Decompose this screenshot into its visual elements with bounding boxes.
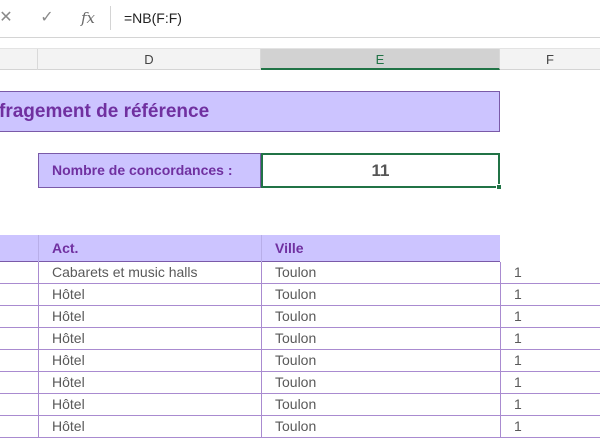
cell-f[interactable]: 1 bbox=[500, 350, 600, 371]
table-header-row: Act. Ville bbox=[0, 235, 500, 262]
cell-act[interactable]: Hôtel bbox=[38, 394, 261, 415]
cell-f[interactable]: 1 bbox=[500, 394, 600, 415]
cell-ville[interactable]: Toulon bbox=[261, 306, 500, 327]
cell-f[interactable]: 1 bbox=[500, 416, 600, 437]
formula-bar: ✕ ✓ fx =NB(F:F) bbox=[0, 0, 600, 38]
cell-ville[interactable]: Toulon bbox=[261, 262, 500, 283]
match-count-value[interactable]: 11 bbox=[261, 153, 500, 188]
cell-ville[interactable]: Toulon bbox=[261, 328, 500, 349]
worksheet-grid: fragement de référence Nombre de concord… bbox=[0, 70, 600, 439]
table-row: Hôtel Toulon 1 bbox=[0, 328, 600, 350]
cell-act[interactable]: Hôtel bbox=[38, 350, 261, 371]
cell-act[interactable]: Cabarets et music halls bbox=[38, 262, 261, 283]
header-act[interactable]: Act. bbox=[38, 235, 261, 262]
formula-bar-separator bbox=[110, 6, 111, 30]
cell-ville[interactable]: Toulon bbox=[261, 350, 500, 371]
formula-input[interactable]: =NB(F:F) bbox=[124, 8, 182, 28]
fill-handle[interactable] bbox=[496, 184, 502, 190]
sheet-title: fragement de référence bbox=[0, 101, 210, 122]
match-count-label[interactable]: Nombre de concordances : bbox=[38, 153, 261, 188]
cell-ville[interactable]: Toulon bbox=[261, 394, 500, 415]
cell-f[interactable]: 1 bbox=[500, 306, 600, 327]
table-row: Hôtel Toulon 1 bbox=[0, 416, 600, 438]
column-header-e[interactable]: E bbox=[261, 49, 500, 70]
cell-act[interactable]: Hôtel bbox=[38, 328, 261, 349]
table-row: Hôtel Toulon 1 bbox=[0, 306, 600, 328]
cell-f[interactable]: 1 bbox=[500, 372, 600, 393]
cell-ville[interactable]: Toulon bbox=[261, 284, 500, 305]
table-row: Cabarets et music halls Toulon 1 bbox=[0, 262, 600, 284]
cancel-icon[interactable]: ✕ bbox=[0, 8, 16, 28]
header-ville[interactable]: Ville bbox=[261, 235, 500, 262]
cell-act[interactable]: Hôtel bbox=[38, 372, 261, 393]
cell-act[interactable]: Hôtel bbox=[38, 416, 261, 437]
title-cell[interactable]: fragement de référence bbox=[0, 91, 500, 132]
cell-ville[interactable]: Toulon bbox=[261, 416, 500, 437]
cell-act[interactable]: Hôtel bbox=[38, 306, 261, 327]
check-icon[interactable]: ✓ bbox=[37, 8, 57, 28]
table-row: Hôtel Toulon 1 bbox=[0, 372, 600, 394]
insert-function-icon[interactable]: fx bbox=[78, 8, 98, 28]
column-header-c[interactable] bbox=[0, 49, 38, 70]
table-row: Hôtel Toulon 1 bbox=[0, 394, 600, 416]
column-header-f[interactable]: F bbox=[500, 49, 600, 70]
table-row: Hôtel Toulon 1 bbox=[0, 350, 600, 372]
column-header-d[interactable]: D bbox=[38, 49, 261, 70]
column-headers: D E F bbox=[0, 48, 600, 70]
cell-ville[interactable]: Toulon bbox=[261, 372, 500, 393]
cell-f[interactable]: 1 bbox=[500, 284, 600, 305]
cell-f[interactable]: 1 bbox=[500, 328, 600, 349]
cell-f[interactable]: 1 bbox=[500, 262, 600, 283]
cell-act[interactable]: Hôtel bbox=[38, 284, 261, 305]
table-row: Hôtel Toulon 1 bbox=[0, 284, 600, 306]
